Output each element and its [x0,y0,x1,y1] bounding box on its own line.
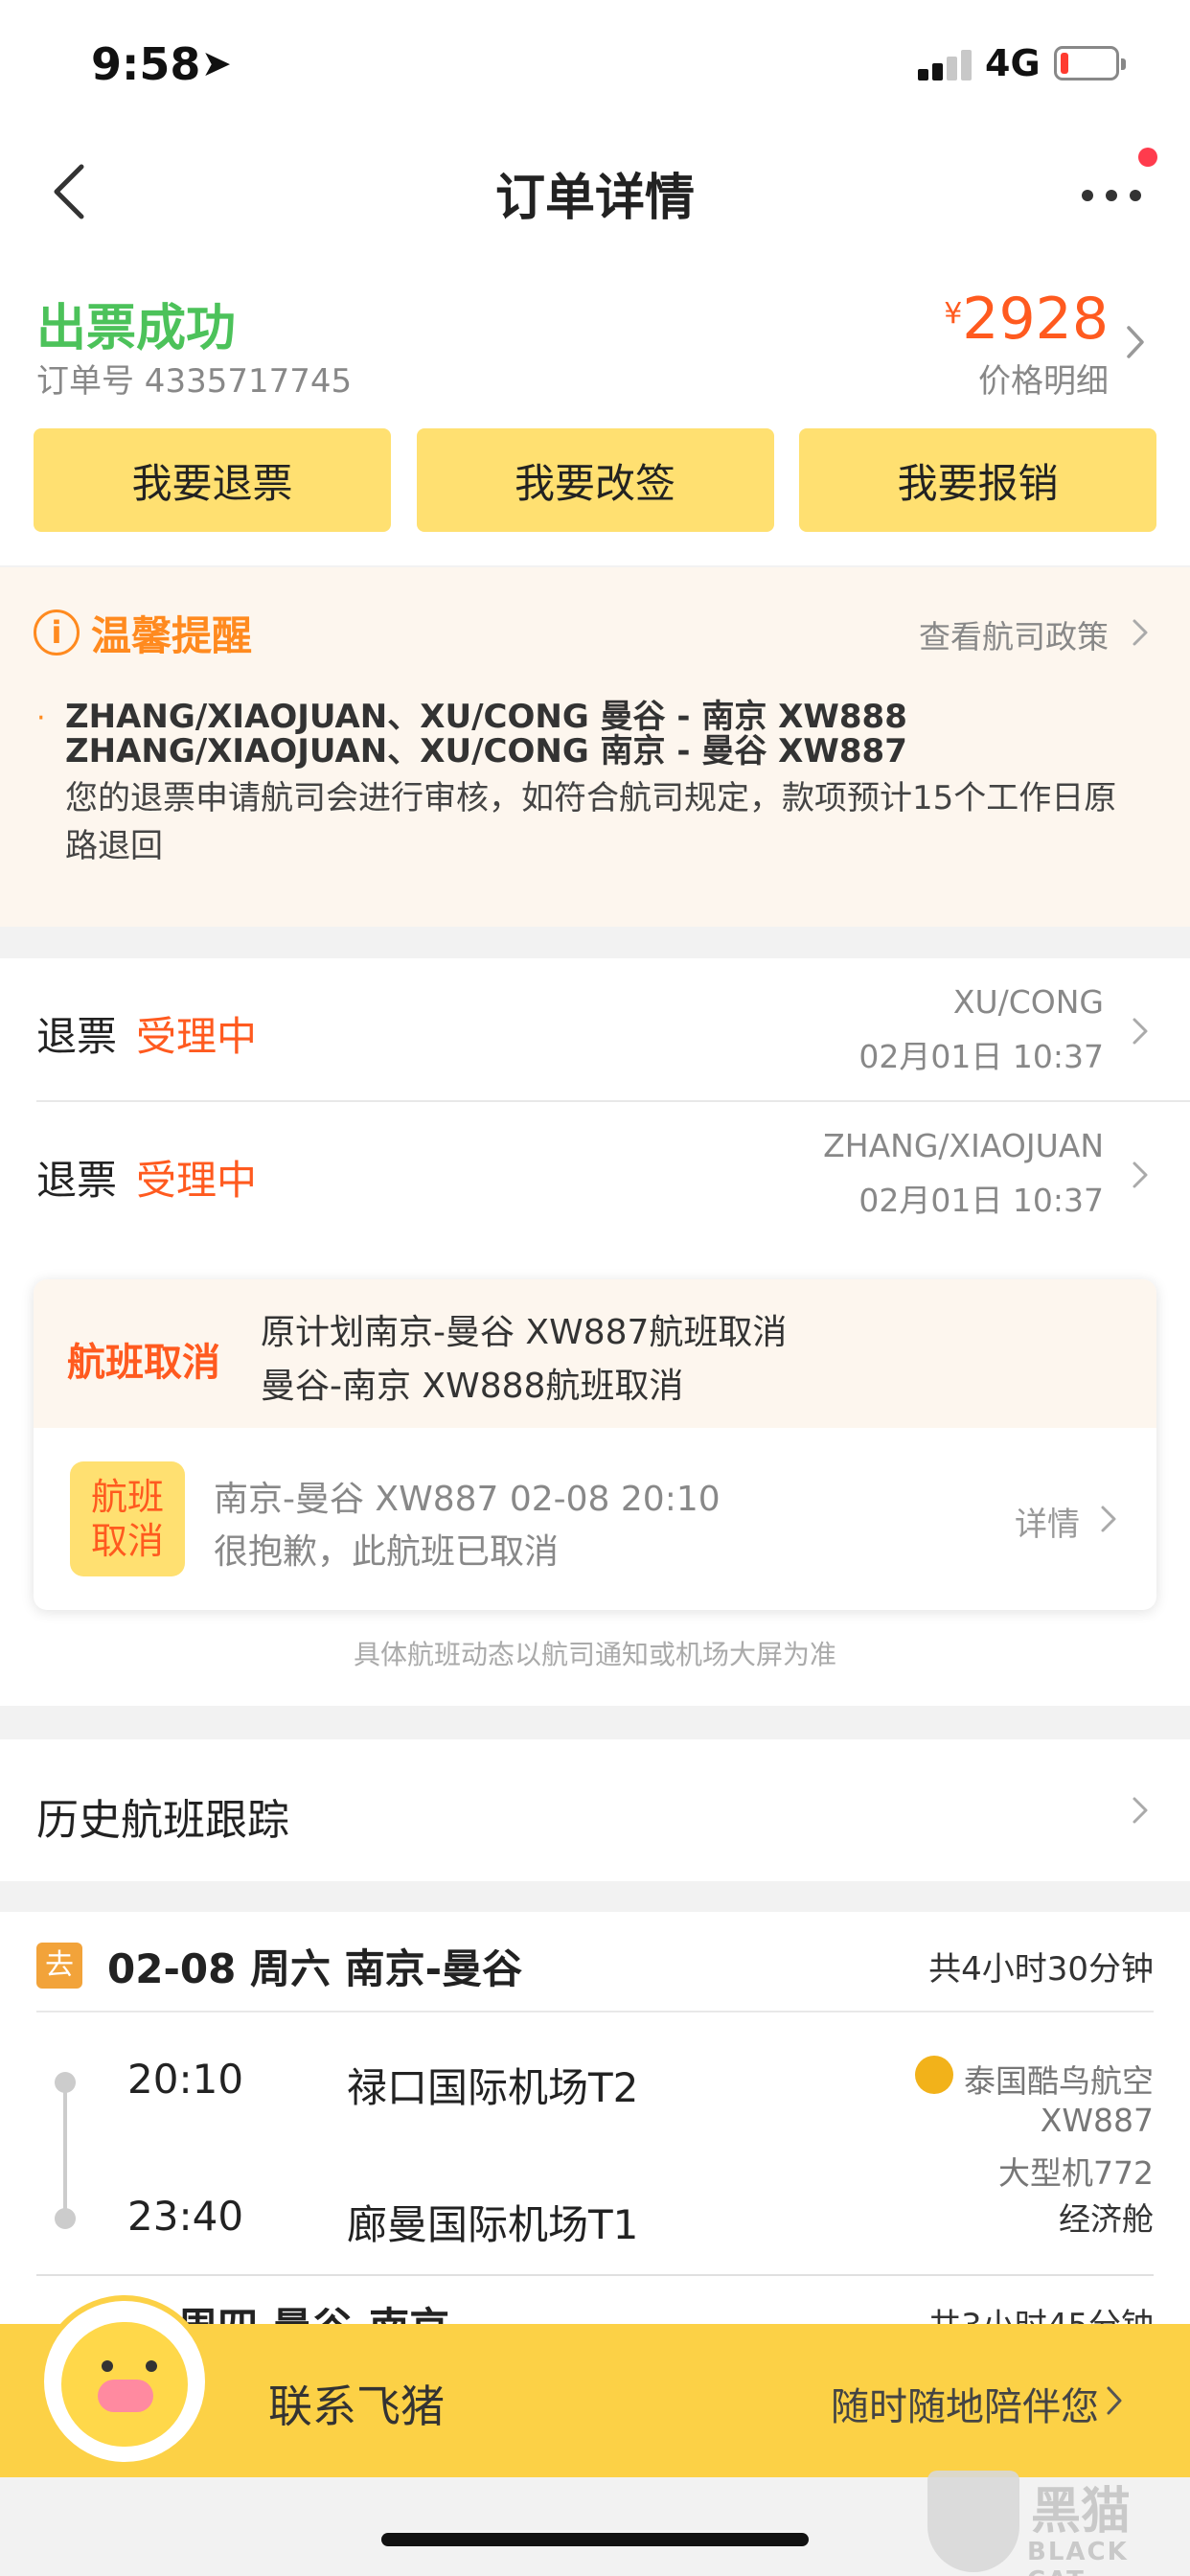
badge-text: 取消 [90,1520,164,1562]
affected-flight: ZHANG/XIAOJUAN、XU/CONG 南京 - 曼谷 XW887 [65,732,907,770]
order-price[interactable]: ¥2928 [944,286,1109,353]
outbound-badge: 去 [36,1943,82,1989]
trip-itinerary: 去 02-08 周六 南京-曼谷 共4小时30分钟 20:10 禄口国际机场T2… [0,1912,1190,2351]
aircraft-type: 大型机772 [998,2154,1154,2192]
watermark-subtext: BLACK CAT [1027,2538,1129,2576]
more-dots-icon[interactable] [1078,172,1145,211]
refund-label: 退票 [36,1013,118,1060]
arrive-time: 23:40 [127,2193,244,2240]
currency-symbol: ¥ [944,297,963,331]
arrive-airport: 廊曼国际机场T1 [347,2201,639,2248]
cancelled-flight-message: 很抱歉，此航班已取消 [214,1532,560,1572]
refund-state: 受理中 [136,1013,258,1060]
black-cat-watermark: 黑猫 BLACK CAT [927,2471,1190,2576]
refund-state: 受理中 [136,1157,258,1204]
cancelled-flight-info: 南京-曼谷 XW887 02-08 20:10 [214,1480,721,1519]
reminder-title: 温馨提醒 [91,612,253,659]
page-title: 订单详情 [494,170,695,227]
reminder-panel: i 温馨提醒 查看航司政策 · ZHANG/XIAOJUAN、XU/CONG 曼… [0,567,1190,927]
cancellation-tag: 航班取消 [67,1341,220,1385]
reimburse-button[interactable]: 我要报销 [799,428,1156,532]
status-bar: 9:58 ➤ 4G [0,0,1190,125]
badge-text: 航班 [90,1476,164,1518]
fliggy-pig-avatar[interactable] [38,2295,211,2468]
cabin-class: 经济舱 [1059,2200,1154,2238]
flight-cancellation-card: 航班取消 原计划南京-曼谷 XW887航班取消 曼谷-南京 XW888航班取消 … [34,1279,1156,1610]
depart-time: 20:10 [127,2056,244,2103]
signal-strength-icon [918,48,975,80]
chevron-right-icon [1133,1162,1148,1188]
trip-route: 02-08 周六 南京-曼谷 [107,1945,523,1992]
price-detail-link[interactable]: 价格明细 [978,355,1109,402]
refund-row[interactable]: 退票 受理中 XU/CONG 02月01日 10:37 [0,958,1190,1100]
refund-time: 02月01日 10:37 [858,1038,1104,1075]
location-arrow-icon: ➤ [201,42,232,84]
watermark-text: 黑猫 [1031,2483,1132,2541]
notification-dot [1138,148,1157,167]
cancellation-summary: 航班取消 原计划南京-曼谷 XW887航班取消 曼谷-南京 XW888航班取消 [34,1279,1156,1428]
chevron-right-icon[interactable] [1121,318,1150,366]
airline-policy-link[interactable]: 查看航司政策 [919,611,1109,657]
refund-time: 02月01日 10:37 [858,1182,1104,1219]
contact-label: 联系飞猪 [268,2380,445,2432]
cancellation-line: 原计划南京-曼谷 XW887航班取消 [261,1313,788,1352]
cancellation-line: 曼谷-南京 XW888航班取消 [261,1367,684,1406]
timeline-line [63,2092,67,2209]
chevron-right-icon[interactable] [1129,613,1152,652]
nav-bar: 订单详情 [0,125,1190,259]
history-flight-tracking[interactable]: 历史航班跟踪 [0,1739,1190,1881]
contact-slogan: 随时随地陪伴您 [831,2385,1099,2429]
order-number: 订单号 4335717745 [36,362,353,401]
refund-button[interactable]: 我要退票 [34,428,391,532]
timeline-dot [55,2208,76,2229]
price-amount: 2928 [962,286,1109,353]
chevron-right-icon[interactable] [1097,1500,1120,1538]
refund-notice-text: 您的退票申请航司会进行审核，如符合航司规定，款项预计15个工作日原路退回 [65,779,1117,865]
divider [36,2274,1154,2276]
passenger-name: ZHANG/XIAOJUAN [823,1127,1104,1164]
airline-logo-icon [915,2056,953,2094]
flight-status-note: 具体航班动态以航司通知或机场大屏为准 [353,1639,836,1670]
refund-row[interactable]: 退票 受理中 ZHANG/XIAOJUAN 02月01日 10:37 [0,1102,1190,1244]
flight-number: XW887 [1040,2102,1154,2139]
chevron-right-icon [1107,2386,1122,2415]
bullet-dot: · [36,702,46,735]
trip-duration: 共4小时30分钟 [928,1950,1154,1989]
depart-airport: 禄口国际机场T2 [347,2064,639,2111]
order-summary: 出票成功 订单号 4335717745 ¥2928 价格明细 我要退票 我要改签… [0,259,1190,565]
home-indicator [381,2533,809,2546]
chevron-right-icon [1133,1018,1148,1045]
cancelled-badge: 航班 取消 [70,1461,185,1576]
order-status: 出票成功 [36,300,237,357]
cat-shield-icon [927,2471,1019,2572]
chevron-right-icon [1133,1797,1148,1824]
airline-name: 泰国酷鸟航空 [964,2062,1154,2100]
divider [36,2011,1154,2012]
contact-fliggy-bar[interactable]: 联系飞猪 随时随地陪伴您 [0,2295,1190,2477]
network-type: 4G [985,42,1041,84]
info-icon: i [34,610,80,656]
change-button[interactable]: 我要改签 [416,428,774,532]
passenger-name: XU/CONG [952,983,1104,1021]
battery-icon [1054,46,1126,80]
history-label: 历史航班跟踪 [36,1796,289,1845]
status-time: 9:58 [91,38,201,90]
refund-label: 退票 [36,1157,118,1204]
detail-link[interactable]: 详情 [1015,1498,1080,1545]
timeline-dot [55,2072,76,2093]
action-buttons: 我要退票 我要改签 我要报销 [34,428,1156,532]
